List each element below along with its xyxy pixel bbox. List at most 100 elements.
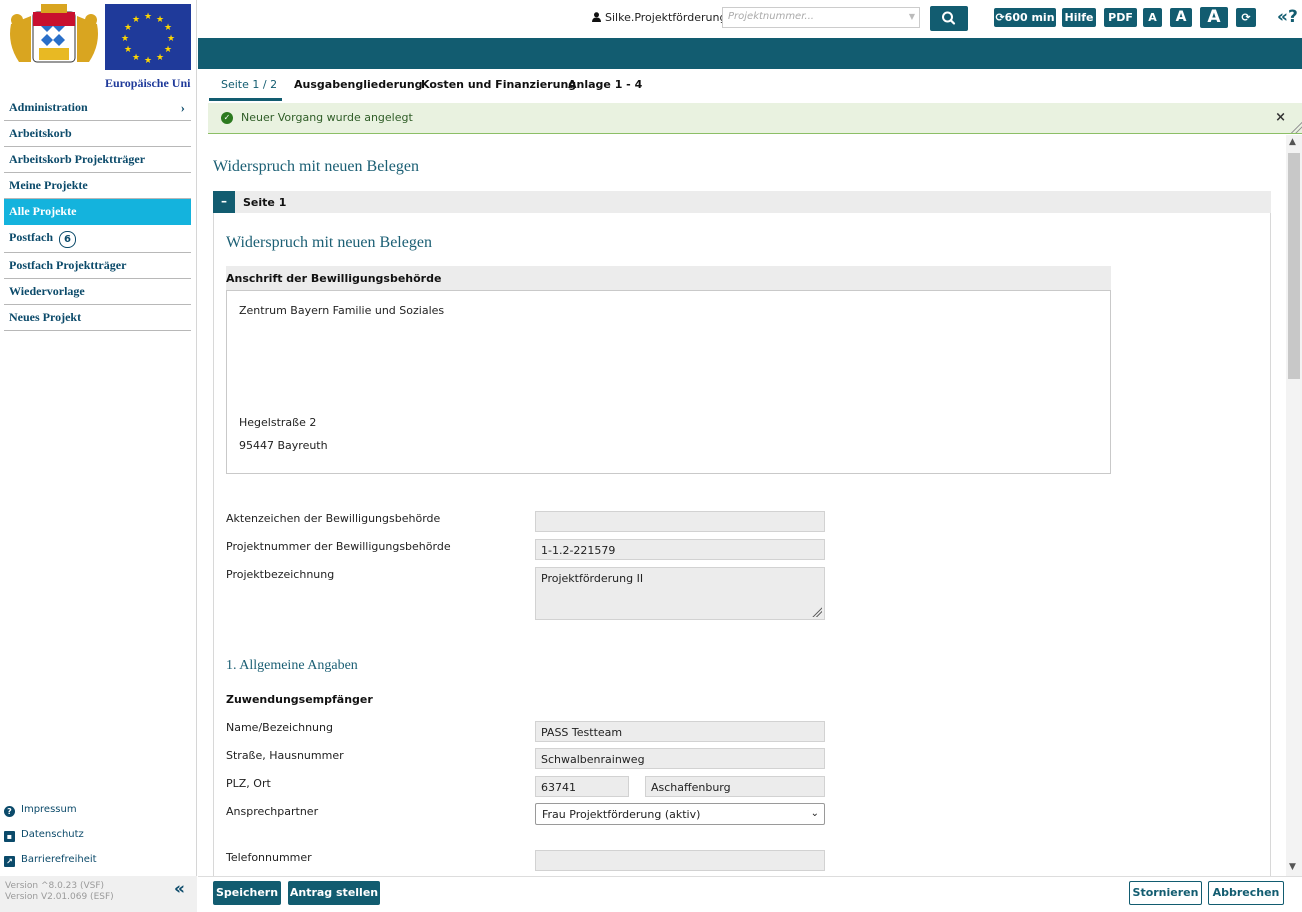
tab-ausgabengliederung[interactable]: Ausgabengliederung [294,78,423,91]
eu-flag-logo: ★ ★ ★ ★ ★ ★ ★ ★ ★ ★ ★ ★ [105,4,191,70]
sidebar-item-administration[interactable]: Administration › [4,95,191,121]
session-timer-button[interactable]: ⟳600 min [994,8,1056,27]
telefon-label: Telefonnummer [226,851,312,864]
barrierefreiheit-link[interactable]: ↗ Barrierefreiheit [4,854,97,867]
sidebar-item-postfach-projekttraeger[interactable]: Postfach Projektträger [4,253,191,279]
svg-text:★: ★ [132,15,140,25]
datenschutz-label: Datenschutz [21,829,84,840]
content-scrollbar[interactable]: ▲ ▼ [1286,135,1302,876]
scroll-up-icon[interactable]: ▲ [1289,137,1296,147]
tab-seite-1-2[interactable]: Seite 1 / 2 [221,78,277,91]
form-title: Widerspruch mit neuen Belegen [226,234,432,251]
plz-ort-label: PLZ, Ort [226,777,271,790]
user-info: Silke.Projektförderung [592,11,726,24]
ansprechpartner-select[interactable]: Frau Projektförderung (aktiv) ⌄ [535,803,825,825]
sidebar-item-label: Postfach [9,230,53,244]
help-toggle-icon[interactable]: «? [1277,7,1298,27]
check-circle-icon: ✓ [221,112,233,124]
user-name: Silke.Projektförderung [605,11,727,24]
street-field[interactable]: Schwalbenrainweg [535,748,825,769]
sidebar: ★ ★ ★ ★ ★ ★ ★ ★ ★ ★ ★ ★ Europäische Uni Administ… [0,0,197,912]
plz-field[interactable]: 63741 [535,776,629,797]
chevron-right-icon: › [180,100,185,115]
sidebar-item-postfach[interactable]: Postfach 6 [4,225,191,253]
svg-text:★: ★ [132,53,140,63]
refresh-icon: ⟳ [995,11,1005,24]
eu-label: Europäische Uni [105,76,191,90]
sidebar-item-meine-projekte[interactable]: Meine Projekte [4,173,191,199]
svg-text:★: ★ [156,15,164,25]
name-field[interactable]: PASS Testteam [535,721,825,742]
ort-field[interactable]: Aschaffenburg [645,776,825,797]
section-header: – Seite 1 [213,191,1271,213]
sidebar-nav: Administration › Arbeitskorb Arbeitskorb… [4,95,191,331]
sidebar-item-arbeitskorb-projekttraeger[interactable]: Arbeitskorb Projektträger [4,147,191,173]
svg-text:★: ★ [167,34,175,44]
sidebar-item-label: Meine Projekte [9,178,88,192]
close-icon[interactable]: × [1275,110,1286,125]
projektnummer-field[interactable]: 1-1.2-221579 [535,539,825,560]
projektbezeichnung-value: Projektförderung II [541,572,644,585]
telefon-field[interactable] [535,850,825,871]
svg-text:★: ★ [121,34,129,44]
svg-text:★: ★ [164,45,172,55]
sidebar-item-wiedervorlage[interactable]: Wiedervorlage [4,279,191,305]
collapse-section-button[interactable]: – [213,191,235,213]
svg-text:★: ★ [144,56,152,66]
sidebar-item-label: Administration [9,100,88,114]
pdf-button[interactable]: PDF [1104,8,1137,27]
chevron-down-icon: ⌄ [810,808,819,819]
action-bar: Speichern Antrag stellen Stornieren Abbr… [198,876,1302,912]
sidebar-item-neues-projekt[interactable]: Neues Projekt [4,305,191,331]
svg-text:★: ★ [144,12,152,22]
tab-kosten-und-finanzierung[interactable]: Kosten und Finanzierung [421,78,576,91]
sidebar-item-label: Arbeitskorb [9,126,72,140]
top-bar: Silke.Projektförderung Projektnummer... … [198,0,1302,38]
sidebar-item-label: Alle Projekte [9,204,77,218]
scrollbar-thumb[interactable] [1288,153,1300,379]
impressum-label: Impressum [21,804,77,815]
impressum-link[interactable]: ? Impressum [4,804,77,817]
external-link-icon: ↗ [4,856,15,867]
help-button[interactable]: Hilfe [1062,8,1096,27]
active-tab-indicator [209,98,282,101]
submit-application-button[interactable]: Antrag stellen [288,881,380,905]
reload-button[interactable]: ⟳ [1236,8,1256,27]
scroll-down-icon[interactable]: ▼ [1289,862,1296,872]
sidebar-item-arbeitskorb[interactable]: Arbeitskorb [4,121,191,147]
dropdown-caret-icon: ▼ [908,12,915,21]
sidebar-item-label: Neues Projekt [9,310,82,324]
cancel-button[interactable]: Stornieren [1129,881,1202,905]
abort-button[interactable]: Abbrechen [1208,881,1284,905]
notification-message: Neuer Vorgang wurde angelegt [241,111,413,124]
projektbezeichnung-textarea[interactable]: Projektförderung II [535,567,825,620]
font-size-medium-button[interactable]: A [1170,8,1192,27]
postfach-count-badge: 6 [59,231,76,248]
sidebar-item-alle-projekte[interactable]: Alle Projekte [4,199,191,225]
datenschutz-link[interactable]: ▪ Datenschutz [4,829,84,842]
resize-grip-icon[interactable] [1288,119,1302,133]
font-size-small-button[interactable]: A [1143,8,1162,27]
address-street: Hegelstraße 2 [239,416,317,429]
resize-grip-icon[interactable] [811,606,822,617]
search-button[interactable] [930,6,968,31]
aktenzeichen-field[interactable] [535,511,825,532]
aktenzeichen-label: Aktenzeichen der Bewilligungsbehörde [226,512,441,525]
name-label: Name/Bezeichnung [226,721,333,734]
version-info: Version ^8.0.23 (VSF) Version V2.01.069 … [0,876,197,912]
project-number-search-input[interactable]: Projektnummer... ▼ [722,7,920,28]
font-size-large-button[interactable]: A [1200,7,1228,28]
ansprechpartner-label: Ansprechpartner [226,805,319,818]
user-icon [592,12,601,22]
contact-card-icon: ▪ [4,831,15,842]
question-circle-icon: ? [4,806,15,817]
ansprechpartner-value: Frau Projektförderung (aktiv) [542,808,701,821]
version-vsf: Version ^8.0.23 (VSF) [5,881,105,891]
header-band [198,38,1302,69]
save-button[interactable]: Speichern [213,881,281,905]
collapse-sidebar-icon[interactable]: « [174,881,185,898]
sidebar-item-label: Arbeitskorb Projektträger [9,152,146,166]
tab-bar: Seite 1 / 2 Ausgabengliederung Kosten un… [198,70,1302,101]
tab-anlage[interactable]: Anlage 1 - 4 [568,78,642,91]
search-placeholder: Projektnummer... [728,11,814,22]
